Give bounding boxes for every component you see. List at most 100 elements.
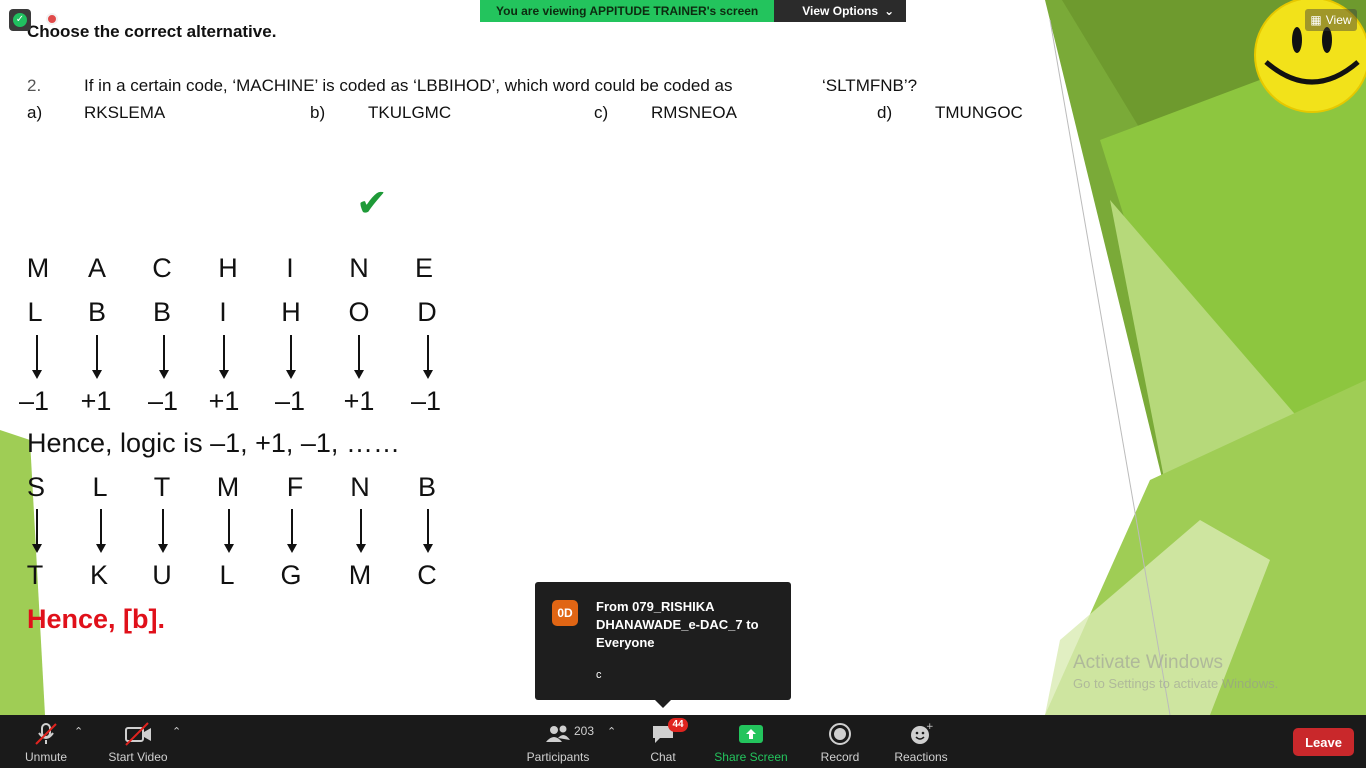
participant-count: 203 — [574, 724, 595, 738]
result-letter: K — [89, 560, 108, 590]
svg-text:+: + — [926, 722, 934, 732]
share-screen-button[interactable]: Share Screen — [713, 715, 789, 768]
source-letter: T — [153, 472, 171, 502]
source-letter: F — [286, 472, 304, 502]
down-arrow-icon — [354, 335, 364, 379]
coded-letter: B — [152, 297, 171, 327]
machine-letter: C — [152, 253, 172, 283]
down-arrow-icon — [423, 335, 433, 379]
result-letter: U — [152, 560, 172, 590]
down-arrow-icon — [356, 509, 366, 553]
result-letter: C — [417, 560, 437, 590]
diff-value: +1 — [208, 386, 240, 416]
unmute-label: Unmute — [24, 750, 68, 764]
result-letter: G — [280, 560, 302, 590]
record-icon — [828, 719, 852, 749]
question-number: 2. — [27, 76, 42, 95]
share-screen-label: Share Screen — [714, 750, 788, 764]
result-letter: T — [26, 560, 44, 590]
result-letter: M — [348, 560, 372, 590]
video-off-icon — [123, 719, 153, 749]
recording-indicator-icon — [46, 13, 58, 25]
diff-value: –1 — [18, 386, 50, 416]
muted-mic-icon — [33, 719, 59, 749]
coded-letter: I — [219, 297, 227, 327]
coded-letter: B — [87, 297, 106, 327]
diff-value: –1 — [410, 386, 442, 416]
security-shield-icon[interactable]: ✓ — [9, 9, 31, 31]
reactions-label: Reactions — [894, 750, 948, 764]
down-arrow-icon — [423, 509, 433, 553]
sharing-status-text: You are viewing APPITUDE TRAINER's scree… — [480, 0, 775, 22]
down-arrow-icon — [286, 335, 296, 379]
down-arrow-icon — [32, 509, 42, 553]
chat-sender: From 079_RISHIKA DHANAWADE_e-DAC_7 to Ev… — [596, 599, 759, 650]
grid-view-icon: ▦ — [1310, 13, 1322, 27]
result-letter: L — [219, 560, 235, 590]
leave-button[interactable]: Leave — [1293, 728, 1354, 756]
chat-unread-badge: 44 — [668, 718, 688, 732]
machine-letter: I — [286, 253, 294, 283]
source-letter: N — [350, 472, 370, 502]
machine-letter: H — [218, 253, 238, 283]
meeting-toolbar: Unmute ⌃ Start Video ⌃ Participants 203 … — [0, 715, 1366, 768]
option-b-text: TKULGMC — [368, 103, 452, 122]
machine-letter: M — [26, 253, 50, 283]
unmute-button[interactable]: Unmute — [18, 715, 74, 768]
option-d-label: d) — [877, 103, 893, 122]
record-button[interactable]: Record — [818, 715, 862, 768]
down-arrow-icon — [287, 509, 297, 553]
coded-letter: H — [281, 297, 301, 327]
slide-heading: Choose the correct alternative. — [27, 22, 277, 41]
machine-letter: A — [87, 253, 106, 283]
down-arrow-icon — [92, 335, 102, 379]
down-arrow-icon — [224, 509, 234, 553]
view-options-button[interactable]: View Options ⌄ — [774, 0, 907, 22]
source-letter: S — [26, 472, 45, 502]
coded-letter: L — [27, 297, 43, 327]
start-video-button[interactable]: Start Video — [104, 715, 172, 768]
chevron-down-icon: ⌄ — [884, 4, 895, 18]
coded-letter: O — [348, 297, 370, 327]
chat-notification-popup[interactable]: 0D From 079_RISHIKA DHANAWADE_e-DAC_7 to… — [535, 582, 791, 708]
down-arrow-icon — [32, 335, 42, 379]
share-screen-icon — [738, 719, 764, 749]
participants-button[interactable]: Participants — [524, 715, 592, 768]
diff-value: +1 — [80, 386, 112, 416]
machine-letter: N — [349, 253, 369, 283]
participants-label: Participants — [526, 750, 590, 764]
screen-share-banner: You are viewing APPITUDE TRAINER's scree… — [480, 0, 907, 22]
checkmark-icon: ✔ — [356, 183, 388, 225]
down-arrow-icon — [96, 509, 106, 553]
participants-caret-icon[interactable]: ⌃ — [607, 725, 616, 738]
video-options-caret-icon[interactable]: ⌃ — [172, 725, 181, 738]
down-arrow-icon — [159, 335, 169, 379]
start-video-label: Start Video — [108, 750, 168, 764]
source-letter: L — [92, 472, 108, 502]
down-arrow-icon — [219, 335, 229, 379]
watermark-title: Activate Windows — [1073, 652, 1223, 673]
diff-value: –1 — [274, 386, 306, 416]
source-letter: M — [216, 472, 240, 502]
reactions-button[interactable]: + Reactions — [892, 715, 950, 768]
coded-letter: D — [417, 297, 437, 327]
question-code: ‘SLTMFNB’? — [822, 76, 918, 95]
question-text: If in a certain code, ‘MACHINE’ is coded… — [84, 76, 733, 95]
chat-message: c — [596, 669, 602, 681]
option-c-text: RMSNEOA — [651, 103, 737, 122]
option-a-text: RKSLEMA — [84, 103, 166, 122]
option-d-text: TMUNGOC — [935, 103, 1023, 122]
option-b-label: b) — [310, 103, 326, 122]
diff-value: –1 — [147, 386, 179, 416]
answer-text: Hence, [b]. — [27, 604, 166, 634]
record-label: Record — [820, 750, 860, 764]
reactions-smiley-icon: + — [908, 719, 934, 749]
source-letter: B — [417, 472, 436, 502]
down-arrow-icon — [158, 509, 168, 553]
activate-windows-watermark: Activate Windows Go to Settings to activ… — [1073, 652, 1278, 691]
option-c-label: c) — [594, 103, 609, 122]
view-button[interactable]: ▦ View — [1305, 9, 1357, 31]
audio-options-caret-icon[interactable]: ⌃ — [74, 725, 83, 738]
option-a-label: a) — [27, 103, 43, 122]
logic-statement: Hence, logic is –1, +1, –1, …… — [27, 428, 400, 458]
